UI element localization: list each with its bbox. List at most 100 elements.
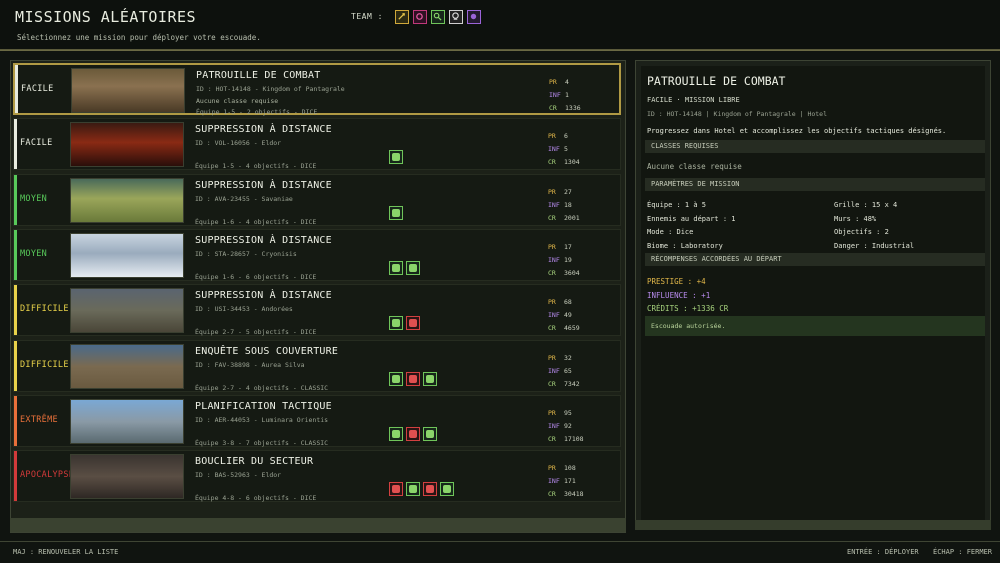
difficulty-label: DIFFICILE (20, 304, 69, 315)
mission-row[interactable]: FACILE SUPPRESSION À DISTANCE ID : VOL-1… (13, 118, 621, 171)
cr-value: 1304 (564, 158, 580, 167)
detail-ids: ID : HOT-14148 | Kingdom of Pantagrale |… (647, 110, 828, 118)
difficulty-label: APOCALYPSE (20, 470, 75, 481)
mission-rewards: PR 17 INF 19 CR 3604 (548, 241, 580, 280)
class-icon (406, 260, 420, 275)
difficulty-stripe (14, 229, 17, 280)
difficulty-stripe (15, 65, 18, 113)
list-footer-bar (10, 518, 626, 532)
mission-detail-panel: PATROUILLE DE COMBAT FACILE · MISSION LI… (635, 60, 991, 530)
skull-class-icon[interactable] (448, 9, 463, 24)
mission-team-info: Équipe 1-6 - 4 objectifs - DICE (195, 217, 317, 226)
rewards-list: PRESTIGE : +4 INFLUENCE : +1 CRÉDITS : +… (647, 275, 728, 316)
difficulty-label: EXTRÊME (20, 414, 58, 425)
squad-authorized-banner: Escouade autorisée. (645, 316, 985, 336)
inf-value: 18 (564, 200, 572, 209)
difficulty-stripe (14, 119, 17, 170)
mission-thumbnail (70, 343, 184, 389)
pr-label: PR (548, 353, 556, 362)
pr-label: PR (548, 298, 556, 307)
difficulty-label: MOYEN (20, 248, 48, 259)
inf-label: INF (548, 255, 560, 264)
rewards-section-header: RÉCOMPENSES ACCORDÉES AU DÉPART (645, 253, 985, 266)
mission-row[interactable]: FACILE PATROUILLE DE COMBAT ID : HOT-141… (13, 63, 621, 116)
mission-row[interactable]: DIFFICILE SUPPRESSION À DISTANCE ID : US… (13, 284, 621, 337)
inf-label: INF (549, 91, 561, 99)
inf-label: INF (548, 477, 560, 486)
cr-value: 4659 (564, 324, 580, 333)
mission-team-info: Équipe 1-6 - 6 objectifs - DICE (195, 272, 317, 281)
pr-value: 4 (565, 78, 569, 86)
mission-name: SUPPRESSION À DISTANCE (195, 290, 332, 302)
mission-row[interactable]: MOYEN SUPPRESSION À DISTANCE ID : AVA-23… (13, 173, 621, 226)
pr-value: 27 (564, 187, 572, 196)
rune-class-icon[interactable] (466, 9, 481, 24)
detail-tags: FACILE · MISSION LIBRE (647, 96, 740, 104)
mission-id: ID : AER-44053 - Luminara Orientis (195, 415, 329, 424)
mission-thumbnail (70, 288, 184, 334)
mission-row[interactable]: APOCALYPSE BOUCLIER DU SECTEUR ID : BAS-… (13, 450, 621, 503)
param-biome: Biome : Laboratory (647, 241, 723, 250)
scope-class-icon[interactable] (430, 9, 445, 24)
difficulty-label: FACILE (20, 138, 53, 149)
refresh-hint[interactable]: MAJ : RENOUVELER LA LISTE (13, 548, 118, 556)
sword-class-icon[interactable] (394, 9, 409, 24)
mission-id: ID : BAS-52963 - Eldor (195, 471, 282, 480)
inf-value: 5 (564, 145, 568, 154)
mission-rewards: PR 27 INF 18 CR 2001 (548, 186, 580, 225)
pr-value: 68 (564, 298, 572, 307)
close-hint[interactable]: ÉCHAP : FERMER (933, 548, 992, 556)
difficulty-stripe (14, 451, 17, 502)
detail-title: PATROUILLE DE COMBAT (647, 74, 786, 88)
pr-value: 32 (564, 353, 572, 362)
bomb-class-icon[interactable] (412, 9, 427, 24)
inf-value: 1 (565, 91, 569, 99)
class-icon (423, 482, 437, 497)
inf-value: 65 (564, 366, 572, 375)
mission-name: SUPPRESSION À DISTANCE (195, 234, 332, 246)
class-icon (389, 150, 403, 165)
difficulty-label: DIFFICILE (20, 359, 69, 370)
mission-team-info: Équipe 2-7 - 5 objectifs - DICE (195, 328, 317, 337)
mission-row[interactable]: DIFFICILE ENQUÊTE SOUS COUVERTURE ID : F… (13, 339, 621, 392)
mission-id: ID : AVA-23455 - Savaniae (195, 194, 293, 203)
pr-label: PR (549, 78, 557, 86)
cr-value: 1336 (565, 104, 581, 112)
deploy-hint[interactable]: ENTRÉE : DÉPLOYER (847, 548, 919, 556)
inf-label: INF (548, 421, 560, 430)
mission-name: PATROUILLE DE COMBAT (196, 70, 321, 81)
mission-team-info: Équipe 1-5 - 4 objectifs - DICE (195, 162, 317, 171)
inf-label: INF (548, 311, 560, 320)
mission-id: ID : STA-28657 - Cryonisis (195, 249, 297, 258)
mission-row[interactable]: EXTRÊME PLANIFICATION TACTIQUE ID : AER-… (13, 394, 621, 447)
pr-label: PR (548, 242, 556, 251)
mission-rewards: PR 4 INF 1 CR 1336 (549, 76, 581, 115)
mission-id: ID : VOL-16056 - Eldor (195, 139, 282, 148)
mission-thumbnail (70, 398, 184, 444)
difficulty-stripe (14, 340, 17, 391)
mission-id: ID : FAV-38898 - Aurea Silva (195, 360, 305, 369)
mission-row[interactable]: MOYEN SUPPRESSION À DISTANCE ID : STA-28… (13, 228, 621, 281)
difficulty-label: FACILE (21, 84, 54, 94)
mission-rewards: PR 68 INF 49 CR 4659 (548, 296, 580, 335)
param-mode: Mode : Dice (647, 228, 694, 236)
class-icon (389, 426, 403, 441)
required-classes (389, 205, 403, 220)
params-left: Équipe : 1 à 5 Ennemis au départ : 1 Mod… (647, 199, 736, 253)
param-objectives: Objectifs : 2 (834, 228, 889, 236)
param-walls: Murs : 48% (834, 214, 877, 223)
mission-rewards: PR 32 INF 65 CR 7342 (548, 352, 580, 391)
class-icon (389, 316, 403, 331)
header-bar: MISSIONS ALÉATOIRES Sélectionnez une mis… (0, 0, 1000, 50)
param-danger: Danger : Industrial (834, 241, 915, 250)
params-right: Grille : 15 x 4 Murs : 48% Objectifs : 2… (834, 199, 914, 253)
cr-label: CR (548, 324, 556, 333)
mission-id: ID : USI-34453 - Andorées (195, 305, 293, 314)
inf-label: INF (548, 366, 560, 375)
cr-value: 7342 (564, 379, 580, 388)
mission-team-info: Équipe 2-7 - 4 objectifs - CLASSIC (195, 383, 329, 392)
mission-rewards: PR 6 INF 5 CR 1304 (548, 130, 580, 169)
inf-label: INF (548, 145, 560, 154)
difficulty-stripe (14, 395, 17, 446)
pr-value: 95 (564, 408, 572, 417)
